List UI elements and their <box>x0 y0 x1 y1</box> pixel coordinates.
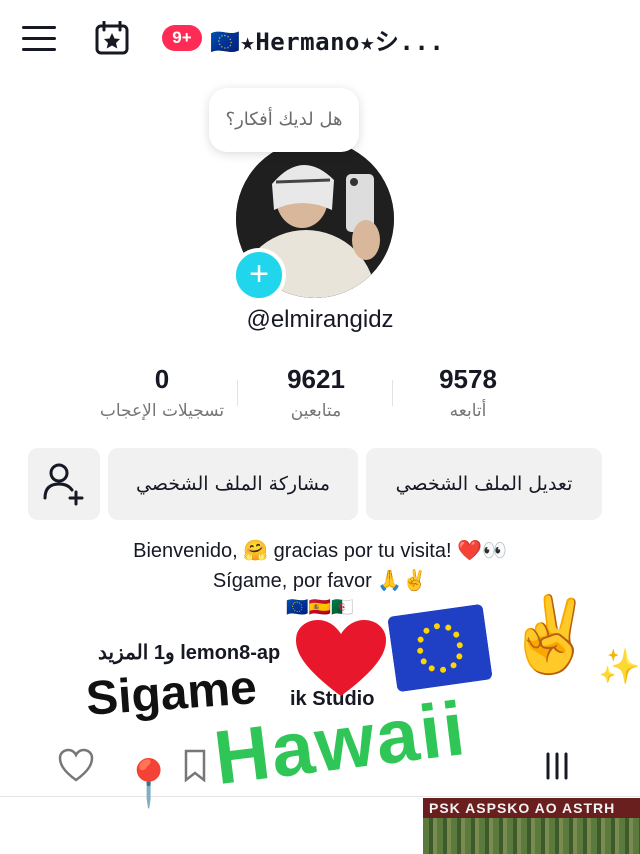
liked-tab-heart-icon[interactable] <box>58 748 94 784</box>
videos-tab-grid-icon[interactable] <box>538 748 574 784</box>
username-handle: @elmirangidz <box>246 306 394 333</box>
favorites-tab-icon[interactable] <box>182 748 218 784</box>
eu-flag-sticker <box>387 604 493 693</box>
stat-followers[interactable]: 9621 متابعين <box>236 364 396 421</box>
stat-likes[interactable]: 0 تسجيلات الإعجاب <box>82 364 242 421</box>
following-count: 9578 <box>439 364 497 394</box>
pin-sticker: 📍 <box>120 756 178 810</box>
stadium-crowd <box>423 818 640 854</box>
followers-count: 9621 <box>287 364 345 394</box>
stat-following[interactable]: 9578 أتابعه <box>388 364 548 421</box>
share-profile-button[interactable]: مشاركة الملف الشخصي <box>108 448 358 520</box>
person-add-icon <box>43 463 84 506</box>
likes-label: تسجيلات الإعجاب <box>99 401 225 421</box>
more-links[interactable]: و1 المزيد <box>98 642 175 664</box>
tab-divider <box>0 796 640 797</box>
bio-line-1: Bienvenido, 🤗 gracias por tu visita! ❤️👀 <box>133 540 507 562</box>
followers-label: متابعين <box>290 401 342 421</box>
likes-count: 0 <box>154 364 170 394</box>
stadium-thumbnail[interactable]: PSK ASPSKO AO ASTRH <box>423 798 640 854</box>
add-photo-button[interactable]: + <box>232 248 286 302</box>
edit-profile-button[interactable]: تعديل الملف الشخصي <box>366 448 602 520</box>
stadium-banner: PSK ASPSKO AO ASTRH <box>423 798 640 818</box>
following-label: أتابعه <box>449 401 487 421</box>
victory-hand-sticker: ✌️ <box>504 592 597 678</box>
calendar-star-icon[interactable] <box>94 20 130 55</box>
heart-sticker <box>296 620 386 700</box>
sparkles-sticker: ✨ <box>598 647 640 687</box>
notification-badge[interactable]: 9+ <box>162 25 202 51</box>
bio-line-2: Sígame, por favor 🙏✌️ <box>212 570 428 592</box>
add-friend-button[interactable] <box>28 448 100 520</box>
profile-title[interactable]: 🇪🇺★Hermano★シ... <box>210 22 444 57</box>
thoughts-bubble[interactable]: هل لديك أفكار؟ <box>209 88 359 152</box>
menu-icon[interactable] <box>22 26 56 52</box>
lemon8-link[interactable]: lemon8-ap <box>180 642 280 664</box>
